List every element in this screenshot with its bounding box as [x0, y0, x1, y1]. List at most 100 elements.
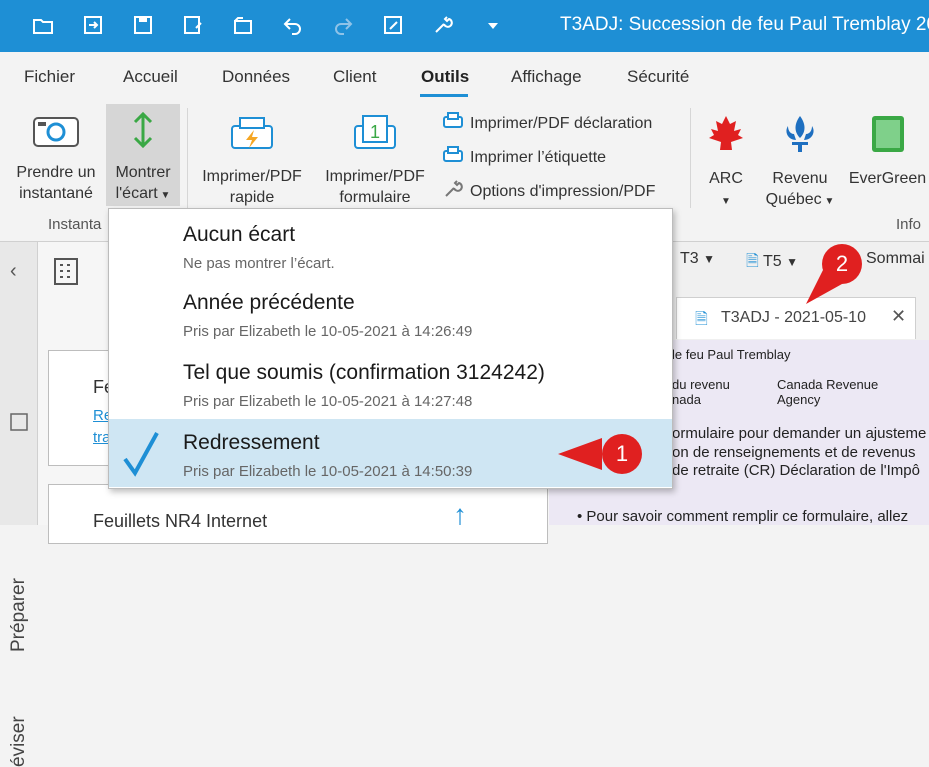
wrench-icon[interactable] [432, 14, 454, 36]
dropdown-item-subtitle: Pris par Elizabeth le 10-05-2021 à 14:26… [183, 323, 473, 340]
quick-access-toolbar [18, 14, 504, 36]
arc-label: ARC [709, 170, 743, 187]
dropdown-item-as-filed[interactable]: Tel que soumis (confirmation 3124242) Pr… [109, 349, 672, 417]
print-options-label: Options d'impression/PDF [470, 182, 656, 200]
print-return-label: Imprimer/PDF déclaration [470, 114, 653, 132]
printer-form-icon: 1 [316, 114, 434, 160]
save-as-icon[interactable] [182, 14, 204, 36]
ribbon-separator [187, 108, 188, 208]
document-icon: 🗎 [746, 253, 759, 270]
doc-text: le feu Paul Tremblay [672, 347, 791, 362]
show-diff-button[interactable]: Montrer l'écart ▼ [106, 110, 180, 206]
snapshot-button[interactable]: Prendre un instantané [8, 114, 104, 204]
doc-text: de retraite (CR) Déclaration de l'Impô [672, 462, 920, 479]
chevron-down-icon: ▼ [721, 196, 731, 207]
print-options-button[interactable]: Options d'impression/PDF [442, 178, 655, 205]
card-title: Feuillets NR4 Internet [93, 511, 268, 531]
print-form-label-2: formulaire [339, 189, 411, 206]
edit-icon[interactable] [382, 14, 404, 36]
ribbon-separator [690, 108, 691, 208]
print-form-button[interactable]: 1 Imprimer/PDF formulaire [316, 114, 434, 208]
dropdown-item-subtitle: Ne pas montrer l’écart. [183, 255, 335, 272]
dropdown-item-title: Tel que soumis (confirmation 3124242) [183, 361, 545, 384]
print-quick-button[interactable]: Imprimer/PDF rapide [194, 114, 310, 208]
show-diff-label-2: l'écart [115, 185, 158, 202]
diff-arrows-icon [106, 110, 180, 156]
building-icon[interactable] [52, 256, 80, 291]
printer-label-icon [442, 144, 464, 171]
doc-text: Agency [777, 392, 821, 407]
show-diff-label-1: Montrer [115, 164, 171, 181]
snapshot-label-1: Prendre un [16, 164, 96, 181]
group-label-info: Info [896, 216, 922, 233]
fleur-de-lis-icon [760, 112, 840, 162]
sidebar-prepare[interactable]: Préparer [8, 578, 30, 652]
printer-quick-icon [194, 114, 310, 160]
dropdown-item-title: Année précédente [183, 291, 355, 314]
tab-donnees[interactable]: Données [222, 67, 290, 87]
open-folder-icon[interactable] [32, 14, 54, 36]
rq-label-1: Revenu [772, 170, 828, 187]
snapshot-label-2: instantané [19, 185, 93, 202]
tab-securite[interactable]: Sécurité [627, 67, 689, 87]
form-tab-label: T3 [680, 250, 699, 267]
rq-label-2: Québec [765, 191, 822, 208]
undo-icon[interactable] [282, 14, 304, 36]
chevron-down-icon: ▼ [157, 190, 171, 201]
chevron-down-icon: ▼ [821, 196, 835, 207]
dropdown-item-none[interactable]: Aucun écart Ne pas montrer l’écart. [109, 211, 672, 279]
doc-text: nada [672, 392, 701, 407]
tab-client[interactable]: Client [333, 67, 376, 87]
redo-icon[interactable] [332, 14, 354, 36]
form-tab-label: T5 [763, 253, 782, 270]
dropdown-item-title: Redressement [183, 431, 320, 454]
tab-outils[interactable]: Outils [421, 67, 469, 87]
document-icon: 🗎 [695, 311, 708, 328]
sidebar-prepare-icon [9, 412, 29, 437]
dropdown-item-subtitle: Pris par Elizabeth le 10-05-2021 à 14:27… [183, 393, 473, 410]
print-form-label-1: Imprimer/PDF [325, 168, 425, 185]
print-label-button[interactable]: Imprimer l’étiquette [442, 144, 606, 171]
doc-text: ormulaire pour demander un ajusteme [672, 425, 927, 442]
save-icon[interactable] [132, 14, 154, 36]
evergreen-button[interactable]: EverGreen [846, 112, 929, 189]
chevron-down-icon: ▼ [703, 252, 716, 266]
print-return-button[interactable]: Imprimer/PDF déclaration [442, 110, 652, 137]
collapse-chevron-icon[interactable]: ‹ [10, 260, 17, 283]
annotation-badge-1: 1 [615, 441, 629, 466]
evergreen-label: EverGreen [848, 170, 927, 187]
form-tab-t3[interactable]: T3 ▼ [680, 250, 715, 268]
tab-affichage[interactable]: Affichage [511, 67, 582, 87]
tab-accueil[interactable]: Accueil [123, 67, 178, 87]
doc-text: • Pour savoir comment remplir ce formula… [577, 508, 909, 525]
dropdown-item-subtitle: Pris par Elizabeth le 10-05-2021 à 14:50… [183, 463, 473, 480]
dropdown-item-title: Aucun écart [183, 223, 296, 246]
arrow-up-icon[interactable]: ↑ [453, 499, 467, 531]
group-label-snapshot: Instanta [48, 216, 102, 233]
import-icon[interactable] [82, 14, 104, 36]
print-label-label: Imprimer l’étiquette [470, 148, 607, 166]
card: Feuillets NR4 Internet ↑ [48, 484, 548, 544]
printer-icon [442, 110, 464, 137]
tab-fichier[interactable]: Fichier [24, 67, 75, 87]
print-quick-label-1: Imprimer/PDF [202, 168, 302, 185]
left-sidebar: ‹ Préparer éviser [0, 242, 38, 767]
print-quick-label-2: rapide [229, 189, 275, 206]
doc-text: Canada Revenue [777, 377, 879, 392]
book-icon [846, 112, 929, 162]
doc-text: du revenu [672, 377, 730, 392]
close-icon[interactable]: ✕ [891, 306, 906, 327]
svg-text:1: 1 [370, 122, 380, 142]
sidebar-review[interactable]: éviser [8, 716, 30, 767]
doc-text: on de renseignements et de revenus [672, 444, 916, 461]
arc-button[interactable]: ARC ▼ [696, 112, 756, 212]
dropdown-item-previous-year[interactable]: Année précédente Pris par Elizabeth le 1… [109, 279, 672, 347]
folder-icon[interactable] [232, 14, 254, 36]
camera-icon [8, 114, 104, 156]
form-tab-sommaire[interactable]: Sommai [866, 250, 925, 268]
revenu-quebec-button[interactable]: Revenu Québec ▼ [760, 112, 840, 212]
customize-dropdown-icon[interactable] [482, 14, 504, 36]
checkmark-icon [121, 429, 161, 484]
active-tab-indicator [420, 94, 468, 97]
wrench-icon [442, 178, 464, 205]
